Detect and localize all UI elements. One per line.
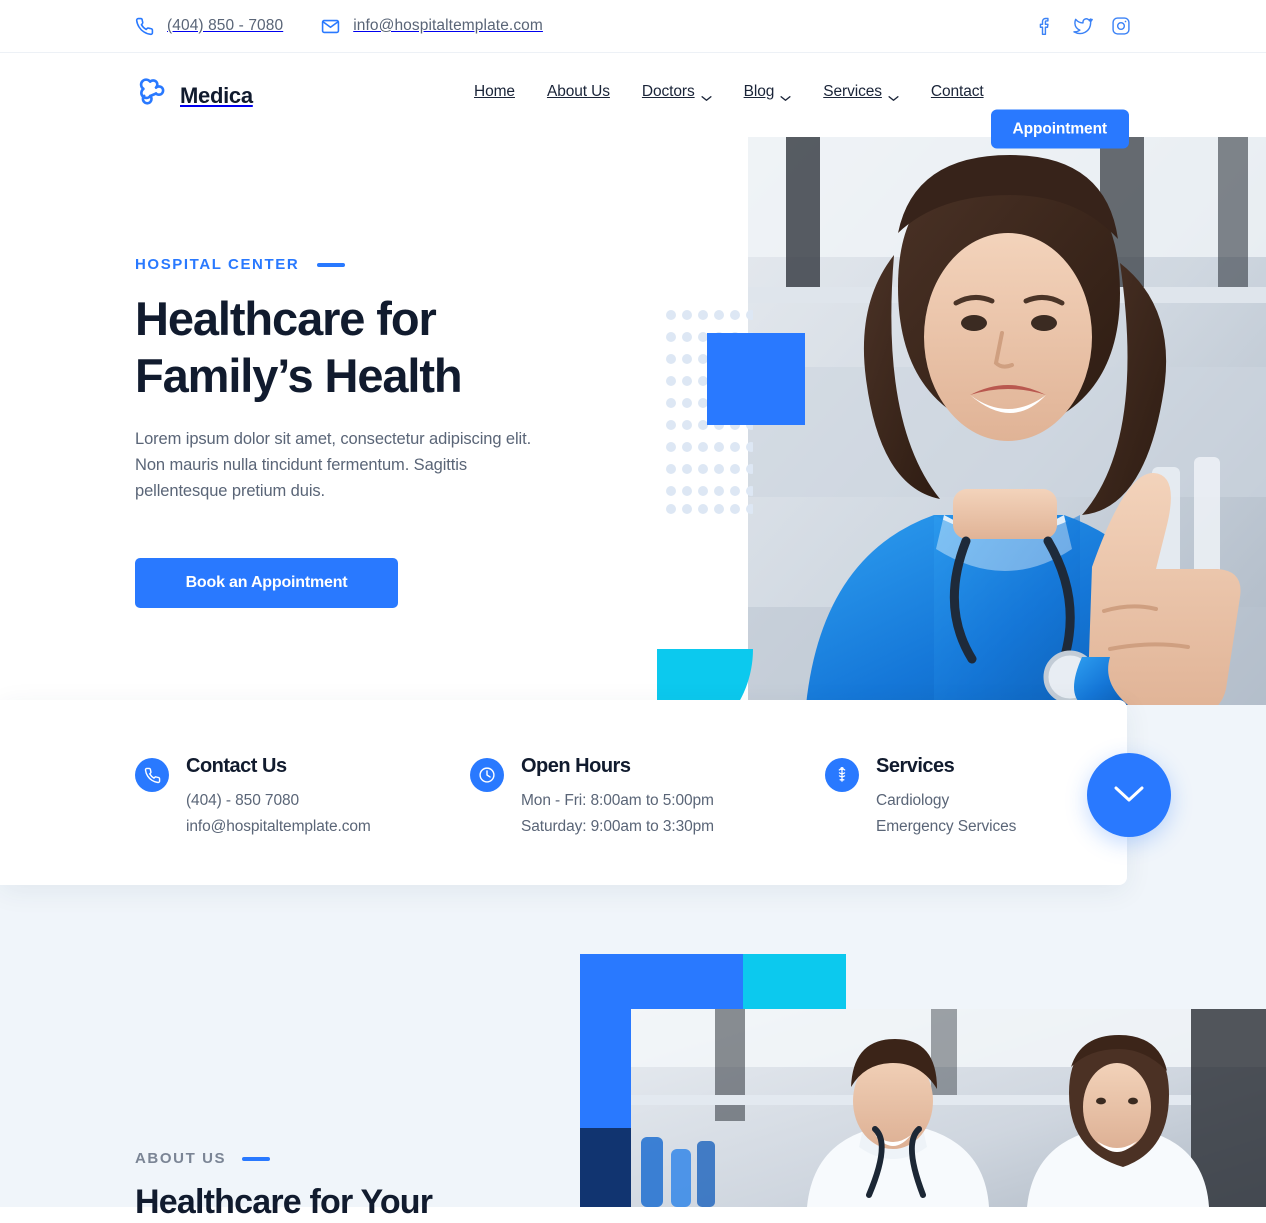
nav-item-blog[interactable]: Blog	[744, 83, 792, 101]
eyebrow-dash	[317, 262, 346, 267]
eyebrow-dash	[242, 1156, 271, 1161]
main-navigation: Medica Home About Us Doctors Blog Servic…	[0, 53, 1266, 149]
site-logo[interactable]: Medica	[135, 75, 253, 116]
info-card-services-body: Services Cardiology Emergency Services	[876, 755, 1016, 840]
caduceus-icon	[825, 758, 859, 792]
social-links	[1035, 16, 1131, 36]
nav-item-about-us-label: About Us	[546, 83, 610, 100]
topbar-email-link[interactable]: info@hospitaltemplate.com	[321, 17, 543, 36]
nav-item-doctors[interactable]: Doctors	[642, 83, 712, 101]
info-card-title: Services	[876, 755, 955, 777]
topbar-phone-text: (404) 850 - 7080	[167, 17, 284, 34]
info-card-services: Services Cardiology Emergency Services	[825, 755, 1125, 840]
topbar-phone-link[interactable]: (404) 850 - 7080	[135, 17, 283, 36]
blue-square-decoration	[707, 333, 805, 425]
info-card-contact-us: Contact Us (404) - 850 7080 info@hospita…	[135, 755, 470, 840]
info-card-title: Contact Us	[186, 755, 287, 777]
nav-item-contact[interactable]: Contact	[931, 83, 984, 101]
info-cards-panel: Contact Us (404) - 850 7080 info@hospita…	[0, 700, 1127, 885]
info-card-open-hours-body: Open Hours Mon - Fri: 8:00am to 5:00pm S…	[521, 755, 714, 840]
about-image	[631, 1009, 1266, 1207]
appointment-button[interactable]: Appointment	[990, 109, 1129, 149]
top-bar: (404) 850 - 7080 info@hospitaltemplate.c…	[0, 0, 1266, 53]
info-card-title: Open Hours	[521, 755, 631, 777]
phone-icon	[135, 17, 154, 36]
top-bar-contact-group: (404) 850 - 7080 info@hospitaltemplate.c…	[135, 17, 543, 36]
nav-item-about-us[interactable]: About Us	[547, 83, 610, 101]
info-card-line-1: Mon - Fri: 8:00am to 5:00pm	[521, 792, 714, 809]
nav-item-home[interactable]: Home	[474, 83, 515, 101]
info-card-line-1: (404) - 850 7080	[186, 792, 300, 809]
nav-item-services[interactable]: Services	[823, 83, 899, 101]
about-section-copy: ABOUT US Healthcare for Your	[135, 1150, 565, 1223]
nav-item-doctors-label: Doctors	[641, 83, 695, 100]
chevron-down-icon	[1113, 784, 1145, 807]
hero-section: HOSPITAL CENTER Healthcare for Family’s …	[0, 137, 1266, 705]
info-card-line-2: info@hospitaltemplate.com	[186, 818, 371, 835]
about-eyebrow-label: ABOUT US	[135, 1150, 227, 1167]
about-heading: Healthcare for Your	[135, 1183, 433, 1221]
topbar-email-text: info@hospitaltemplate.com	[353, 17, 543, 34]
chevron-down-icon	[701, 89, 712, 101]
instagram-icon[interactable]	[1111, 16, 1131, 36]
chevron-down-icon	[888, 89, 899, 101]
nav-links: Home About Us Doctors Blog Services Cont…	[474, 83, 984, 101]
nav-item-contact-label: Contact	[930, 83, 984, 100]
phone-icon	[135, 758, 169, 792]
info-card-contact-us-body: Contact Us (404) - 850 7080 info@hospita…	[186, 755, 371, 840]
mail-icon	[321, 17, 340, 36]
info-card-open-hours: Open Hours Mon - Fri: 8:00am to 5:00pm S…	[470, 755, 825, 840]
chevron-down-icon	[780, 89, 791, 101]
about-cyan-block-decoration	[743, 954, 846, 1014]
about-eyebrow: ABOUT US	[135, 1150, 565, 1167]
hero-paragraph: Lorem ipsum dolor sit amet, consectetur …	[135, 430, 532, 500]
twitter-icon[interactable]	[1073, 16, 1093, 36]
scroll-down-button[interactable]	[1087, 753, 1171, 837]
book-appointment-button[interactable]: Book an Appointment	[135, 558, 398, 608]
hero-heading-line-1: Healthcare for	[135, 292, 437, 345]
info-card-line-2: Saturday: 9:00am to 3:30pm	[521, 818, 714, 835]
clock-icon	[470, 758, 504, 792]
nav-item-home-label: Home	[474, 83, 515, 100]
facebook-icon[interactable]	[1035, 16, 1055, 36]
nav-item-services-label: Services	[823, 83, 882, 100]
info-card-line-1: Cardiology	[876, 792, 950, 809]
medical-cross-logo-icon	[135, 75, 169, 116]
hero-image	[748, 137, 1266, 705]
logo-text: Medica	[180, 82, 253, 108]
hero-heading-line-2: Family’s Health	[135, 349, 463, 402]
hero-eyebrow: HOSPITAL CENTER	[135, 256, 605, 273]
hero-eyebrow-label: HOSPITAL CENTER	[135, 256, 300, 273]
hero-copy: HOSPITAL CENTER Healthcare for Family’s …	[135, 256, 605, 608]
cyan-quarter-circle-decoration	[657, 649, 753, 705]
info-card-line-2: Emergency Services	[876, 818, 1017, 835]
nav-item-blog-label: Blog	[743, 83, 775, 100]
info-cards-row: Contact Us (404) - 850 7080 info@hospita…	[135, 755, 1125, 840]
page-title: Healthcare for Family’s Health	[135, 290, 605, 404]
